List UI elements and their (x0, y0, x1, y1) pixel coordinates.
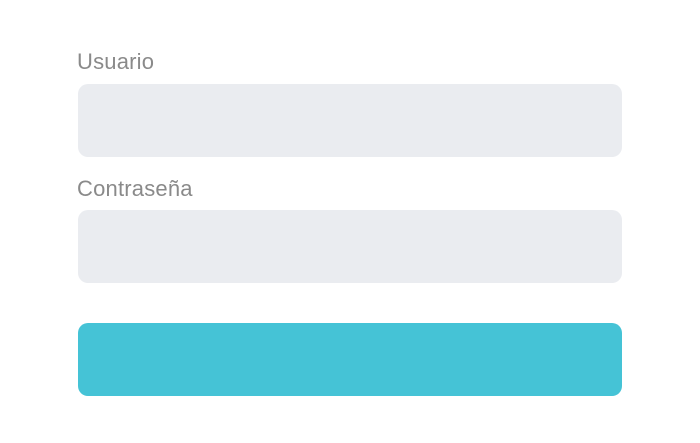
login-form: Usuario Contraseña (0, 0, 700, 443)
username-input[interactable] (78, 84, 622, 157)
password-label: Contraseña (77, 176, 193, 201)
username-label: Usuario (77, 49, 155, 74)
password-input[interactable] (78, 210, 622, 283)
submit-button[interactable] (78, 323, 622, 396)
